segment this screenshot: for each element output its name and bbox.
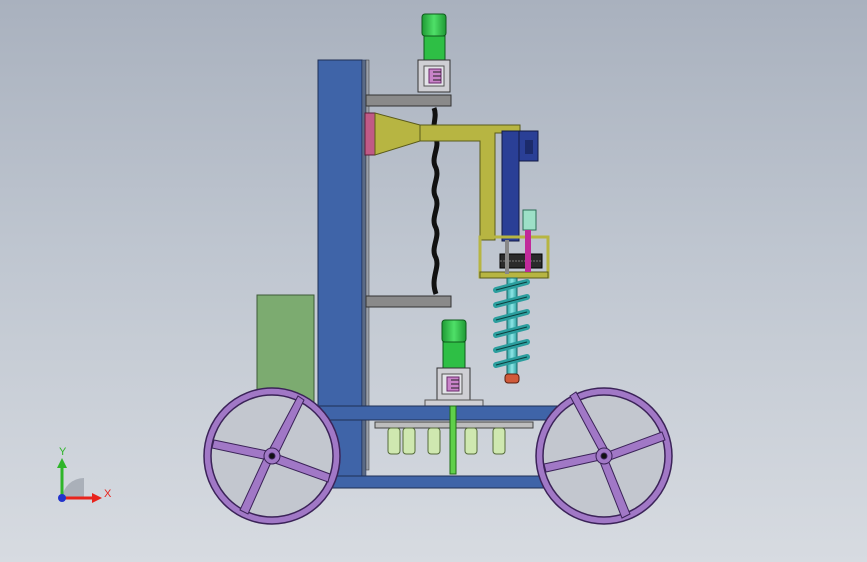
top-gearbox [417,59,451,93]
top-motor [421,13,447,61]
auger-screw [493,277,530,384]
lower-rail [365,295,452,308]
auger-coupling [522,209,537,231]
left-wheel [203,387,341,525]
right-wheel [535,387,673,525]
cad-viewport: Y X [57,13,673,525]
yellow-arm [374,112,521,241]
gear-housing [478,230,550,279]
upper-rail [365,94,452,107]
y-axis-label: Y [59,446,67,458]
axis-triad-icon: Y X [57,446,112,503]
lower-motor [441,319,467,369]
x-axis-label: X [104,488,112,500]
carriage-plate [364,112,376,156]
lower-gearbox [424,367,484,407]
